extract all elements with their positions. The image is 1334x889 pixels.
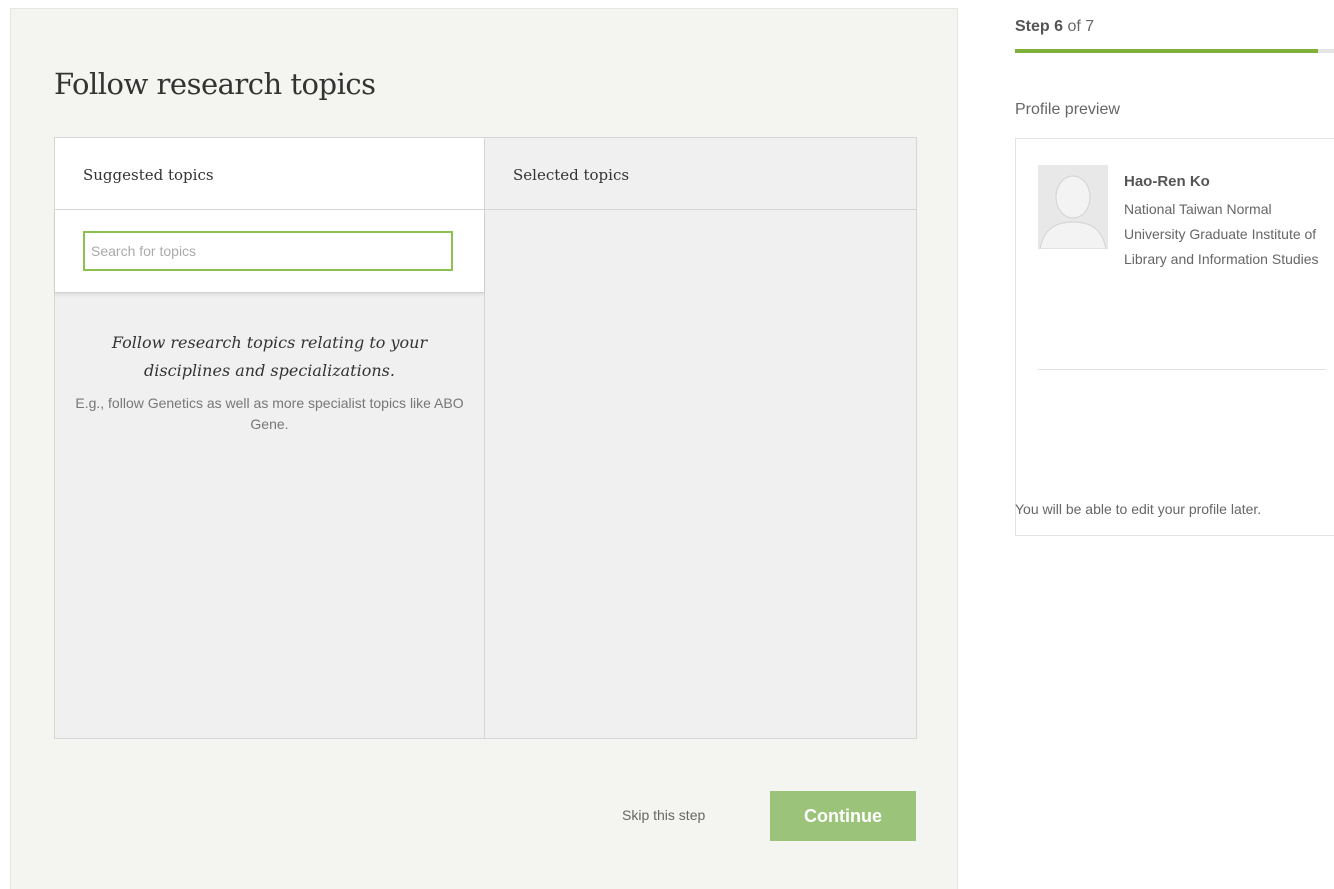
hint-example-text: E.g., follow Genetics as well as more sp…	[75, 395, 464, 432]
profile-affiliation: National Taiwan Normal University Gradua…	[1124, 201, 1319, 267]
step-actions: Skip this step Continue	[11, 791, 959, 841]
profile-name: Hao-Ren Ko	[1124, 173, 1210, 190]
step-total: 7	[1085, 18, 1095, 35]
suggested-topics-column: Suggested topics Follow research topics …	[55, 138, 485, 738]
suggested-topics-header: Suggested topics	[55, 138, 484, 210]
topics-box: Suggested topics Follow research topics …	[54, 137, 917, 739]
card-divider	[1038, 369, 1326, 370]
profile-preview-card: Hao-Ren Ko National Taiwan Normal Univer…	[1015, 138, 1334, 536]
default-avatar-silhouette-icon	[1038, 165, 1108, 249]
step-current: 6	[1054, 18, 1064, 35]
page-title: Follow research topics	[54, 67, 376, 101]
step-indicator: Step 6 of 7	[1015, 18, 1094, 36]
progress-bar-fill	[1015, 49, 1319, 53]
step-word: Step	[1015, 18, 1050, 35]
hint-main-text: Follow research topics relating to your …	[111, 333, 428, 380]
selected-topics-header: Selected topics	[485, 138, 916, 210]
profile-preview-label: Profile preview	[1015, 101, 1120, 118]
skip-step-link[interactable]: Skip this step	[622, 807, 705, 823]
topics-hint: Follow research topics relating to your …	[55, 293, 484, 435]
step-of-word: of	[1067, 18, 1081, 35]
progress-bar	[1015, 49, 1334, 53]
main-panel: Follow research topics Suggested topics …	[10, 8, 958, 889]
selected-topics-column: Selected topics	[485, 138, 916, 738]
continue-button[interactable]: Continue	[770, 791, 916, 841]
topic-search-input[interactable]	[83, 231, 453, 271]
search-container	[55, 210, 484, 293]
edit-later-note: You will be able to edit your profile la…	[1015, 501, 1262, 517]
